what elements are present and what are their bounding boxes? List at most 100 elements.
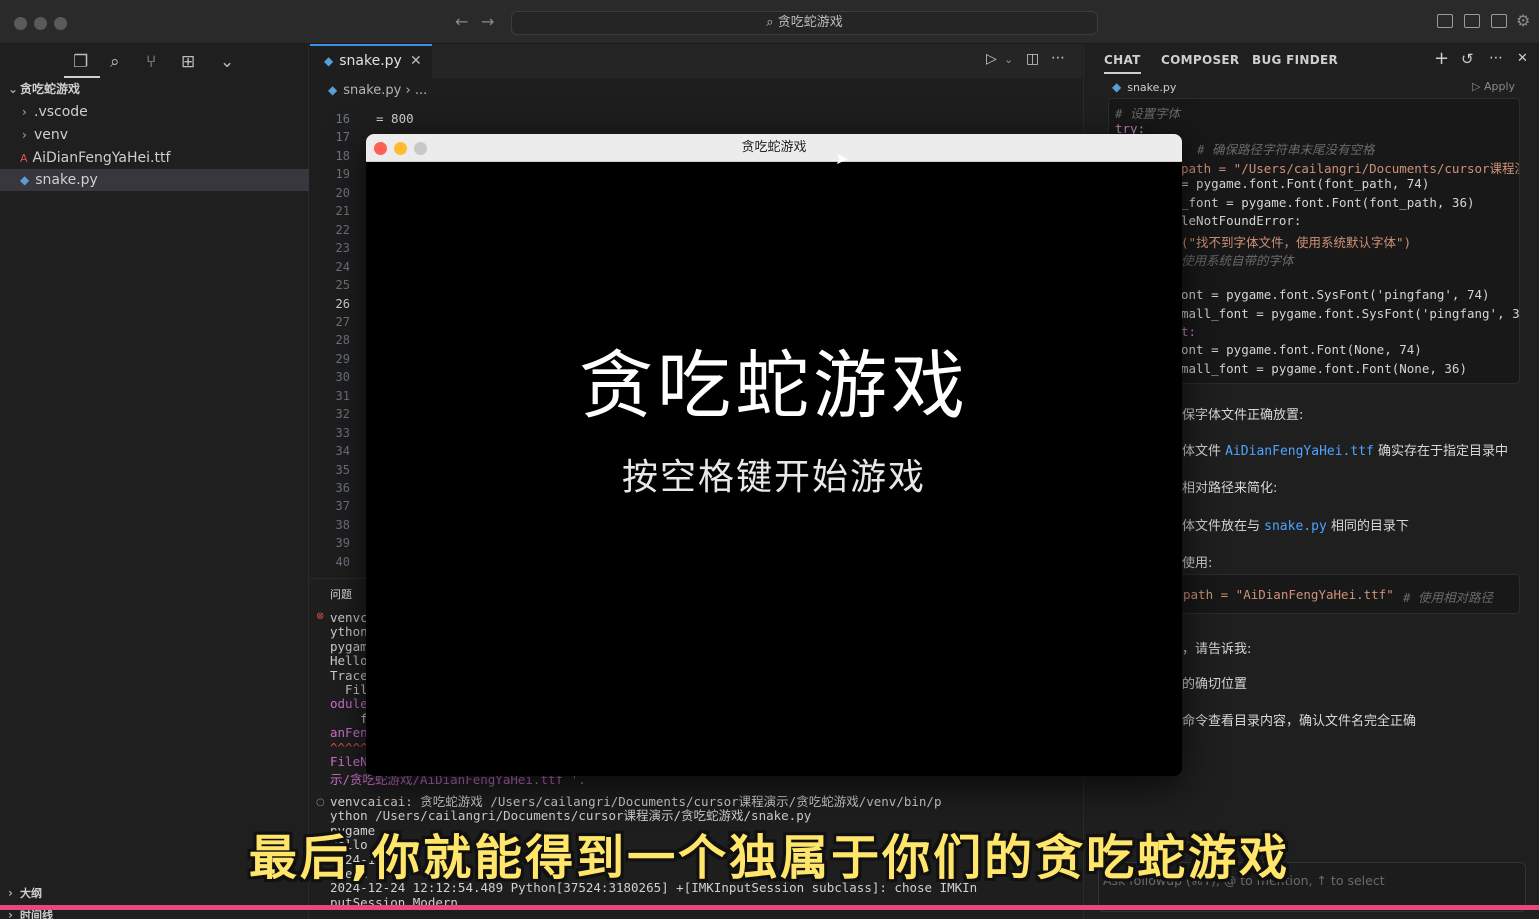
breadcrumb-more[interactable]: ... [415, 83, 427, 98]
code-line-16[interactable]: = 800 [376, 111, 414, 126]
line-number: 35 [335, 462, 350, 477]
line-number: 24 [335, 259, 350, 274]
code-line: _font = pygame.font.Font(font_path, 36) [1181, 195, 1475, 210]
title-bar: ← → ⌕ 贪吃蛇游戏 ⚙ [0, 0, 1539, 44]
chat-text: ，请告诉我: [1182, 642, 1252, 657]
code-line: = pygame.font.Font(font_path, 74) [1181, 176, 1430, 191]
game-start-prompt: 按空格键开始游戏 [621, 457, 926, 498]
files-icon[interactable]: ❐ [73, 52, 88, 72]
tab-snake-py[interactable]: ◆ snake.py ✕ [310, 44, 432, 78]
line-number: 26 [335, 296, 350, 311]
code-comment: # 设置字体 [1115, 106, 1181, 121]
command-center-search[interactable]: ⌕ 贪吃蛇游戏 [511, 11, 1098, 35]
code-comment: 使用系统自带的字体 [1181, 253, 1294, 268]
chevron-down-icon: ⌄ [8, 82, 19, 96]
line-number: 30 [335, 370, 350, 385]
line-number: 28 [335, 333, 350, 348]
code-line: t: [1181, 324, 1197, 339]
tree-item-vscode[interactable]: › .vscode [0, 101, 309, 123]
python-file-icon: ◆ [1112, 80, 1122, 94]
font-file-icon: A [20, 152, 28, 165]
close-window-button[interactable] [14, 17, 27, 30]
breadcrumb-file[interactable]: snake.py [343, 83, 401, 98]
game-window: 贪吃蛇游戏 贪吃蛇游戏 按空格键开始游戏 [366, 134, 1182, 776]
line-number: 39 [335, 536, 350, 551]
line-number: 23 [335, 241, 350, 256]
explorer-sidebar: ❐ ⌕ ⑂ ⊞ ⌄ ⌄ 贪吃蛇游戏 › .vscode › venv A AiDianF… [0, 44, 309, 919]
add-chat-icon[interactable]: + [1434, 48, 1449, 69]
forward-arrow-icon[interactable]: → [481, 12, 494, 31]
more-actions-icon[interactable]: ⋯ [1051, 50, 1065, 66]
line-number: 34 [335, 444, 350, 459]
editor-tab-bar: ◆ snake.py ✕ ▷ ⌄ ◫ ⋯ [310, 44, 1082, 78]
python-file-icon: ◆ [328, 83, 338, 97]
chat-text: 体文件 AiDianFengYaHei.ttf 确实存在于指定目录中 [1182, 444, 1509, 459]
chevron-down-icon[interactable]: ⌄ [1004, 53, 1013, 66]
toggle-sidebar-icon[interactable] [1437, 14, 1453, 28]
chevron-right-icon: › [405, 83, 415, 98]
tab-problems[interactable]: 问题 [330, 586, 352, 602]
line-number: 18 [335, 148, 350, 163]
apply-button[interactable]: ▷ Apply [1472, 80, 1515, 93]
success-icon: ○ [316, 797, 325, 808]
terminal-line: Hello [330, 653, 368, 669]
python-file-icon: ◆ [324, 54, 334, 68]
breadcrumb: ◆ snake.py › ... [328, 80, 427, 101]
line-number: 29 [335, 351, 350, 366]
line-number: 27 [335, 314, 350, 329]
game-heading: 贪吃蛇游戏 [579, 343, 969, 429]
mouse-cursor-icon: ➤ [835, 149, 849, 168]
code-line: path = "/Users/cailangri/Documents/curso… [1181, 161, 1520, 176]
code-line: ont = pygame.font.SysFont('pingfang', 74… [1181, 287, 1490, 302]
close-tab-icon[interactable]: ✕ [410, 46, 422, 76]
line-number: 32 [335, 407, 350, 422]
chat-text: 保字体文件正确放置: [1182, 408, 1304, 423]
more-icon[interactable]: ⋯ [1489, 50, 1503, 66]
zoom-window-button[interactable] [54, 17, 67, 30]
tab-bug-finder[interactable]: BUG FINDER [1252, 53, 1338, 67]
line-number: 20 [335, 185, 350, 200]
toggle-panel-icon[interactable] [1464, 14, 1480, 28]
split-editor-icon[interactable]: ◫ [1026, 51, 1039, 67]
explorer-root-folder[interactable]: ⌄ 贪吃蛇游戏 [0, 78, 309, 100]
line-number: 21 [335, 204, 350, 219]
code-line: mall_font = pygame.font.Font(None, 36) [1181, 361, 1467, 376]
chat-text: 相对路径来简化: [1182, 481, 1278, 496]
source-control-icon[interactable]: ⑂ [146, 52, 156, 72]
line-number: 38 [335, 517, 350, 532]
gear-icon[interactable]: ⚙ [1516, 11, 1530, 30]
error-icon: ⊗ [316, 611, 325, 622]
tree-item-font-file[interactable]: A AiDianFengYaHei.ttf [0, 147, 309, 169]
terminal-line: f [330, 710, 368, 726]
terminal-line: anFen [330, 725, 368, 741]
code-block-header: ◆ snake.py [1112, 80, 1177, 94]
toggle-secondary-sidebar-icon[interactable] [1491, 14, 1507, 28]
line-number: 31 [335, 388, 350, 403]
search-icon[interactable]: ⌕ [110, 52, 120, 72]
python-file-icon: ◆ [20, 173, 30, 187]
tree-item-snake-py[interactable]: ◆ snake.py [0, 169, 309, 191]
tab-chat[interactable]: CHAT [1104, 53, 1141, 74]
line-number: 25 [335, 278, 350, 293]
terminal-line: Fil [330, 682, 368, 697]
run-icon[interactable]: ▷ [986, 51, 997, 67]
chevron-down-icon[interactable]: ⌄ [220, 52, 234, 72]
line-number: 17 [335, 130, 350, 145]
code-comment: # 确保路径字符串末尾没有空格 [1197, 142, 1375, 157]
minimize-window-button[interactable] [34, 17, 47, 30]
history-icon[interactable]: ↺ [1461, 50, 1474, 68]
chevron-right-icon: › [22, 128, 27, 142]
tab-composer[interactable]: COMPOSER [1161, 53, 1239, 67]
back-arrow-icon[interactable]: ← [455, 12, 468, 31]
video-subtitle: 最后,你就能得到一个独属于你们的贪吃蛇游戏 [248, 830, 1291, 886]
extensions-icon[interactable]: ⊞ [181, 52, 195, 72]
terminal-line: venvcaicai: 贪吃蛇游戏 /Users/cailangri/Docum… [330, 794, 942, 809]
command-center-title: 贪吃蛇游戏 [777, 15, 843, 30]
game-window-title: 贪吃蛇游戏 [741, 140, 807, 155]
tree-item-venv[interactable]: › venv [0, 124, 309, 146]
terminal-line: ^^^^^ [330, 739, 368, 755]
line-number: 33 [335, 425, 350, 440]
code-line: leNotFoundError: [1181, 213, 1302, 228]
close-icon[interactable]: ✕ [1517, 51, 1528, 66]
line-number: 37 [335, 499, 350, 514]
